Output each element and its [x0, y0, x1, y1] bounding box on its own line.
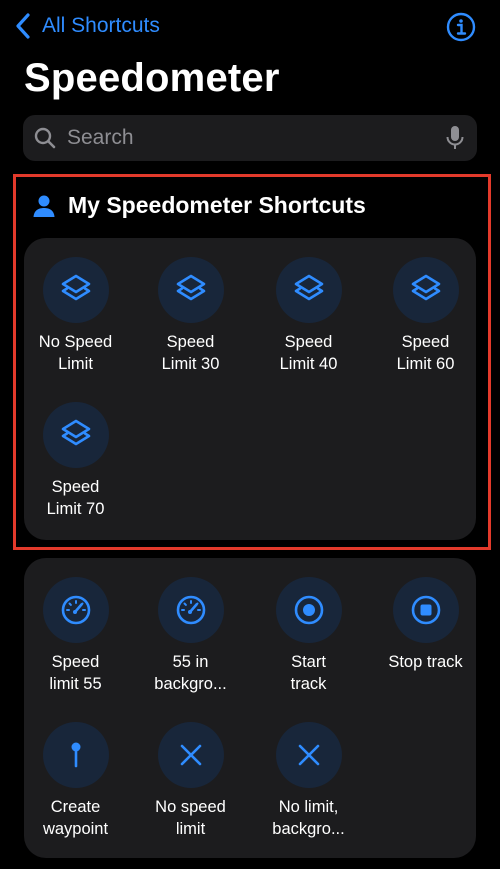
x-icon: [298, 744, 319, 766]
shortcut-label: Create waypoint: [42, 798, 109, 838]
shortcut-tile-no-speed-limit[interactable]: No Speed Limit: [17, 257, 134, 375]
layers-icon: [411, 274, 440, 301]
shortcut-label: Speed Limit 60: [396, 333, 455, 373]
record-icon: [294, 595, 323, 625]
shortcut-icon-circle: [275, 257, 342, 323]
shortcut-icon-circle: [157, 257, 224, 323]
shortcut-icon-circle: [42, 577, 109, 643]
info-icon[interactable]: [446, 12, 476, 42]
x-icon: [180, 744, 201, 766]
shortcut-icon-circle: [392, 257, 459, 323]
pin-icon: [71, 742, 80, 768]
shortcut-icon-circle: [157, 722, 224, 788]
app-shortcuts-card: Speed limit 55 55 in backgro... Start tr…: [24, 558, 476, 858]
layers-icon: [176, 274, 205, 301]
shortcut-icon-circle: [157, 577, 224, 643]
chevron-left-icon: [16, 13, 30, 39]
shortcut-icon-circle: [275, 722, 342, 788]
navigation-bar: All Shortcuts: [0, 0, 500, 56]
speedometer-icon: [176, 595, 205, 625]
shortcut-tile-stop-track[interactable]: Stop track: [367, 577, 484, 673]
shortcut-tile-speed-limit-40[interactable]: Speed Limit 40: [250, 257, 367, 375]
shortcut-icon-circle: [42, 722, 109, 788]
page-title: Speedometer: [24, 56, 280, 100]
stop-icon: [411, 595, 440, 625]
shortcut-label: Speed Limit 40: [279, 333, 338, 373]
back-label: All Shortcuts: [42, 14, 160, 37]
my-shortcuts-card: No Speed Limit Speed Limit 30 Speed Limi…: [24, 238, 476, 540]
shortcut-label: Speed Limit 70: [46, 478, 105, 518]
section-header-my-shortcuts: My Speedometer Shortcuts: [32, 192, 366, 219]
search-bar[interactable]: [23, 115, 477, 161]
shortcut-tile-no-speed-limit[interactable]: No speed limit: [132, 722, 249, 840]
shortcut-tile-create-waypoint[interactable]: Create waypoint: [17, 722, 134, 840]
shortcut-tile-no-limit-background[interactable]: No limit, backgro...: [250, 722, 367, 840]
shortcut-icon-circle: [42, 257, 109, 323]
shortcut-label: No speed limit: [155, 798, 226, 838]
shortcut-label: Speed limit 55: [49, 653, 102, 693]
search-icon: [34, 127, 56, 149]
shortcut-tile-start-track[interactable]: Start track: [250, 577, 367, 695]
microphone-icon[interactable]: [445, 125, 465, 151]
shortcut-label: Speed Limit 30: [161, 333, 220, 373]
shortcut-icon-circle: [275, 577, 342, 643]
person-icon: [33, 195, 55, 217]
shortcut-label: Stop track: [388, 653, 463, 671]
layers-icon: [61, 274, 90, 301]
shortcut-tile-speed-limit-55[interactable]: Speed limit 55: [17, 577, 134, 695]
shortcut-label: No limit, backgro...: [272, 798, 345, 838]
layers-icon: [61, 419, 90, 446]
shortcut-icon-circle: [42, 402, 109, 468]
shortcut-label: Start track: [290, 653, 327, 693]
shortcut-tile-55-in-background[interactable]: 55 in backgro...: [132, 577, 249, 695]
shortcut-tile-speed-limit-60[interactable]: Speed Limit 60: [367, 257, 484, 375]
section-title: My Speedometer Shortcuts: [68, 192, 366, 218]
shortcut-tile-speed-limit-70[interactable]: Speed Limit 70: [17, 402, 134, 520]
search-input[interactable]: [65, 125, 445, 151]
shortcut-label: No Speed Limit: [38, 333, 113, 373]
shortcut-tile-speed-limit-30[interactable]: Speed Limit 30: [132, 257, 249, 375]
speedometer-icon: [61, 595, 90, 625]
layers-icon: [294, 274, 323, 301]
shortcuts-app-page: All Shortcuts Speedometer My Speedometer…: [0, 0, 500, 869]
shortcut-label: 55 in backgro...: [154, 653, 227, 693]
back-button[interactable]: All Shortcuts: [12, 12, 160, 40]
shortcut-icon-circle: [392, 577, 459, 643]
